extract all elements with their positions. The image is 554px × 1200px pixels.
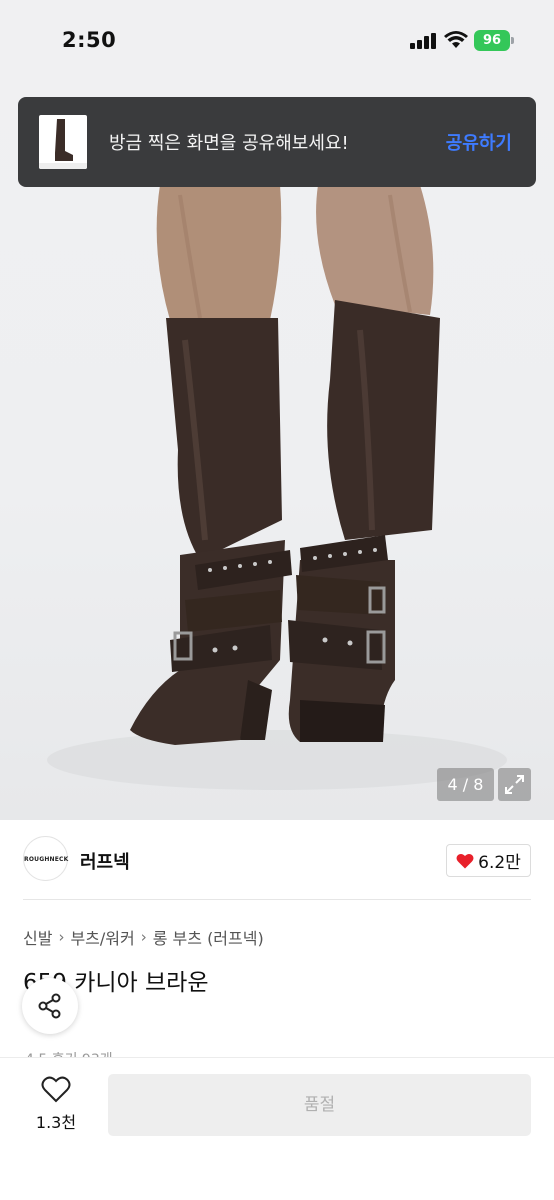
review-summary-partial: 4.5 후기 93개	[25, 1049, 113, 1057]
screenshot-share-banner: 방금 찍은 화면을 공유해보세요! 공유하기	[18, 97, 536, 187]
heart-outline-icon	[41, 1076, 71, 1103]
wishlist-count: 1.3천	[35, 1113, 77, 1132]
wifi-icon	[444, 31, 468, 48]
heart-icon	[456, 853, 474, 868]
banner-share-button[interactable]: 공유하기	[446, 129, 512, 155]
status-time: 2:50	[62, 28, 117, 52]
share-icon	[38, 993, 61, 1019]
brand-like-button[interactable]: 6.2만	[446, 844, 531, 877]
brand-logo[interactable]: ROUGHNECK	[23, 836, 68, 881]
bottom-action-bar: 1.3천 품절	[0, 1057, 554, 1200]
divider	[23, 899, 531, 900]
banner-message: 방금 찍은 화면을 공유해보세요!	[109, 133, 349, 154]
signal-icon	[410, 33, 436, 49]
breadcrumb-item[interactable]: 부츠/워커	[70, 925, 134, 949]
brand-row: ROUGHNECK 러프넥 6.2만	[0, 820, 554, 900]
share-button[interactable]	[22, 978, 78, 1034]
screenshot-thumbnail	[39, 115, 87, 169]
battery-icon: 96	[474, 30, 514, 51]
expand-button[interactable]	[498, 768, 531, 801]
breadcrumb-item[interactable]: 롱 부츠 (러프넥)	[153, 925, 264, 949]
image-counter: 4 / 8	[437, 768, 494, 801]
expand-icon	[505, 775, 524, 794]
chevron-right-icon: ›	[140, 928, 147, 946]
brand-like-count: 6.2만	[478, 853, 521, 873]
sold-out-button: 품절	[108, 1074, 531, 1136]
wishlist-button[interactable]: 1.3천	[30, 1076, 82, 1133]
status-bar: 2:50 96	[0, 0, 554, 84]
chevron-right-icon: ›	[58, 928, 65, 946]
breadcrumb: 신발 › 부츠/워커 › 롱 부츠 (러프넥)	[23, 925, 264, 949]
brand-name[interactable]: 러프넥	[80, 848, 130, 874]
breadcrumb-item[interactable]: 신발	[23, 925, 52, 949]
